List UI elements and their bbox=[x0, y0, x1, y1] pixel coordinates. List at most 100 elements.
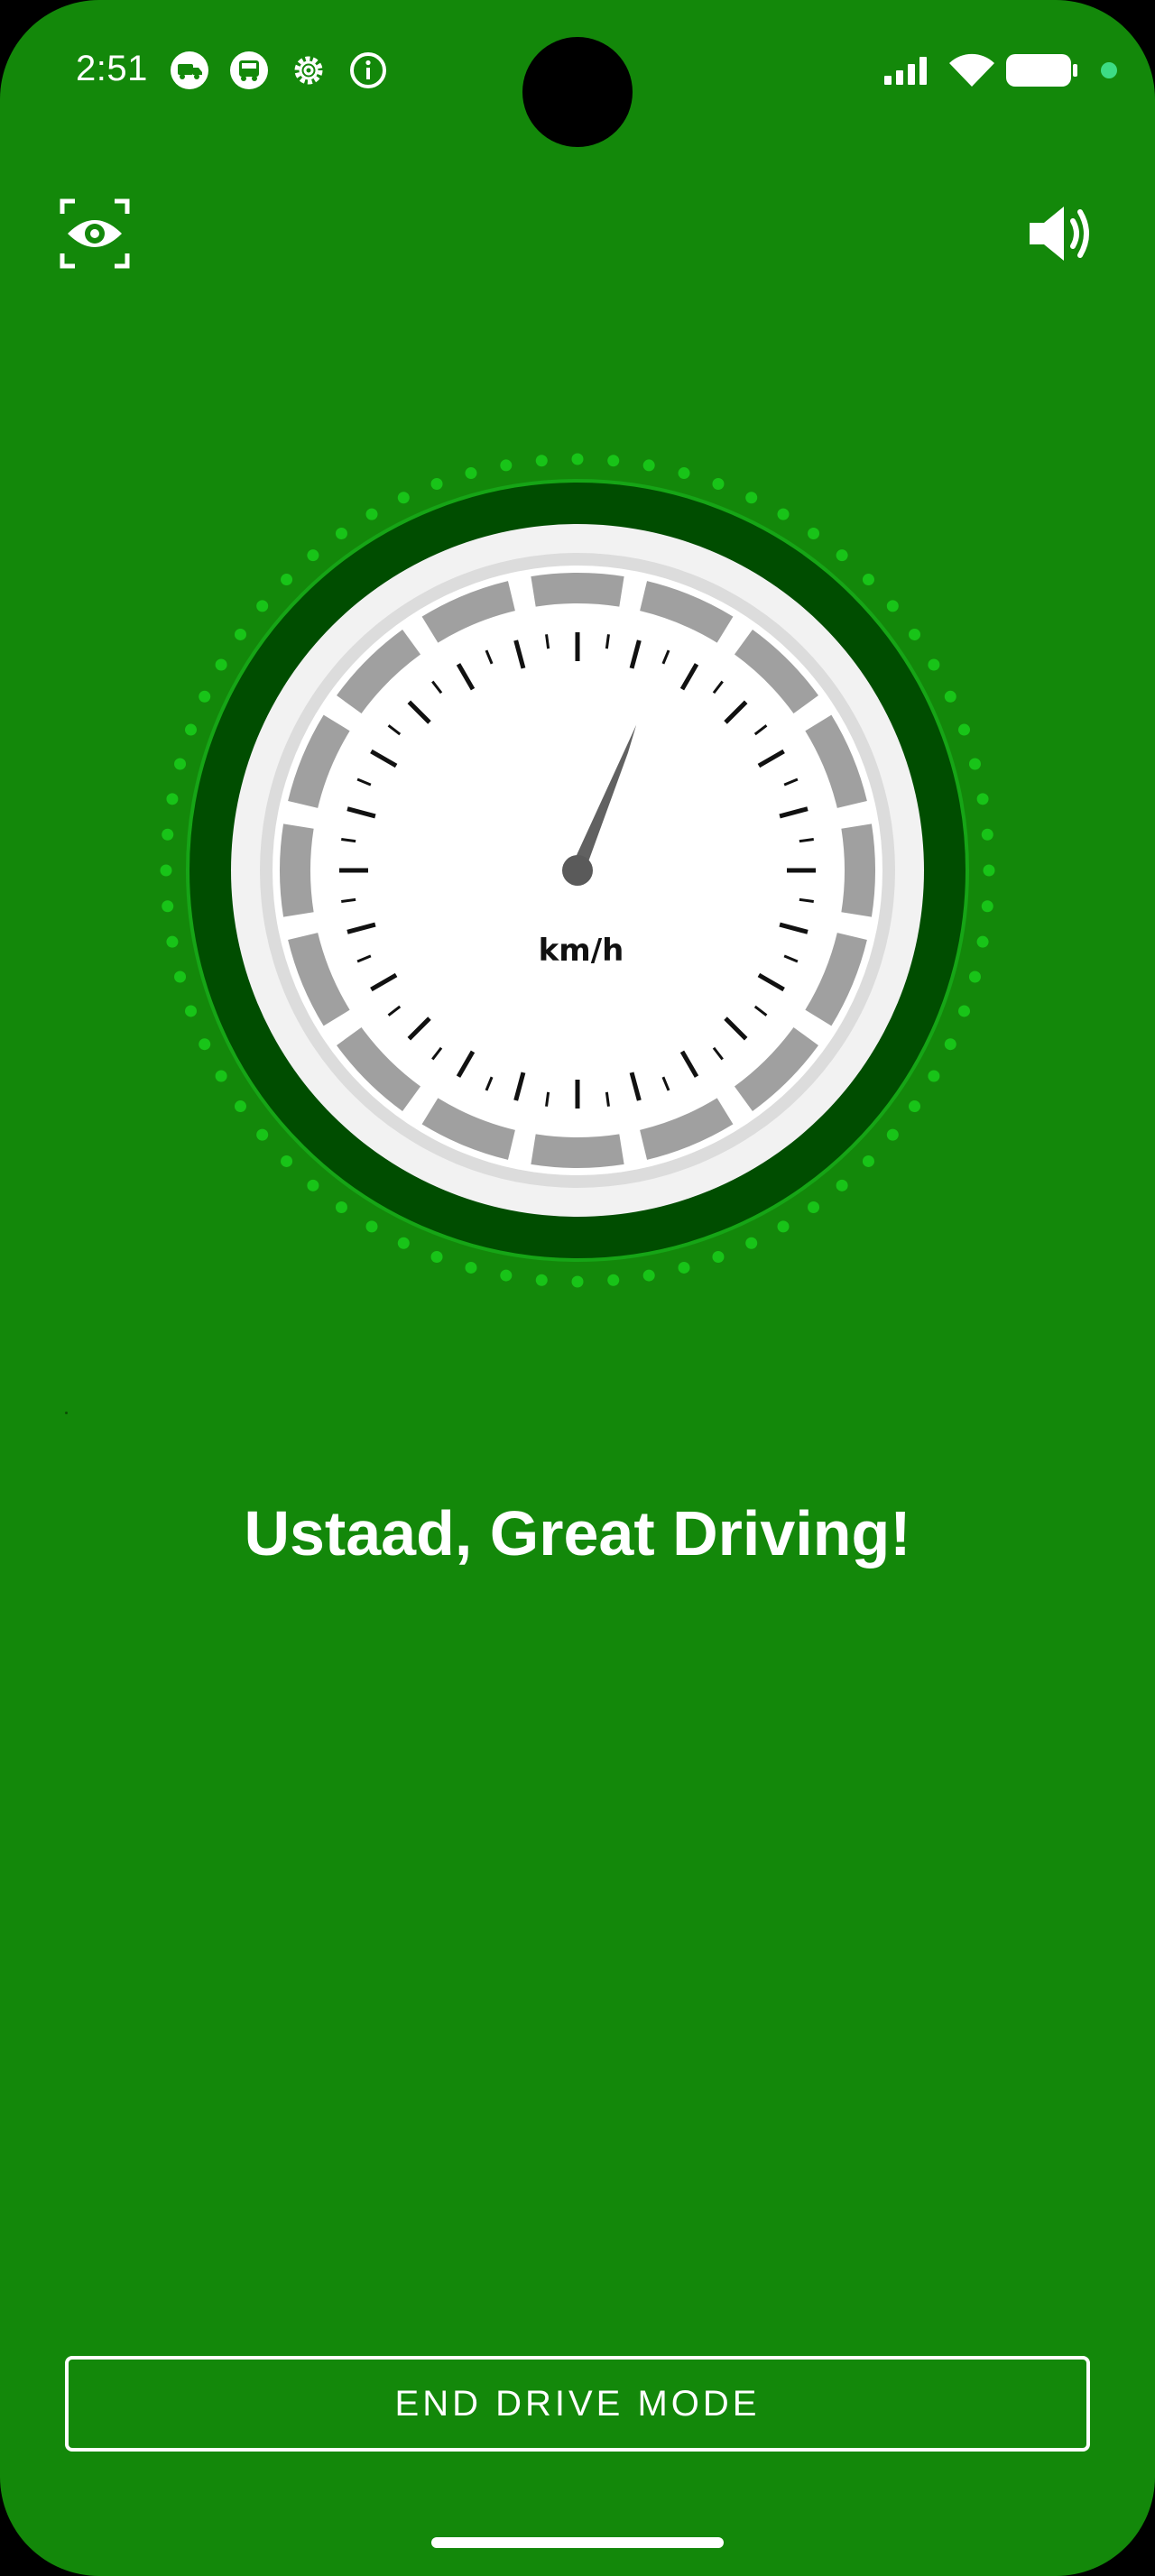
dot-ring-dot bbox=[256, 600, 269, 612]
dot-ring-dot bbox=[215, 658, 227, 671]
speedometer-minor-tick bbox=[545, 1091, 550, 1107]
dot-ring-dot bbox=[166, 935, 179, 948]
dot-ring-dot bbox=[185, 723, 198, 736]
dot-ring-dot bbox=[642, 459, 655, 472]
dot-ring-dot bbox=[886, 1128, 899, 1141]
dot-ring-dot bbox=[160, 864, 172, 877]
dot-ring-dot bbox=[909, 628, 921, 640]
truck-badge-icon bbox=[170, 51, 209, 90]
dot-ring-dot bbox=[307, 549, 319, 562]
dot-ring-dot bbox=[174, 758, 187, 770]
dot-ring-dot bbox=[500, 1269, 513, 1282]
dot-ring-dot bbox=[465, 1261, 477, 1274]
dot-ring-dot bbox=[234, 628, 246, 640]
dot-ring-dot bbox=[968, 971, 981, 983]
dot-ring-dot bbox=[166, 793, 179, 805]
dot-ring-dot bbox=[256, 1128, 269, 1141]
speedometer-minor-tick bbox=[799, 838, 814, 843]
dot-ring-dot bbox=[976, 935, 989, 948]
status-time: 2:51 bbox=[76, 49, 148, 88]
dot-ring-dot bbox=[335, 527, 347, 539]
speedometer: km/h bbox=[152, 445, 1003, 1296]
dot-ring-dot bbox=[957, 723, 970, 736]
dot-ring-dot bbox=[281, 1155, 293, 1167]
stray-dot bbox=[65, 1412, 68, 1414]
speaker-volume-icon bbox=[1024, 198, 1096, 274]
drive-mode-screen: 2:51 km/h Ustaad, Great Driving! END DRI… bbox=[0, 0, 1155, 2576]
camera-cutout bbox=[522, 37, 633, 147]
dot-ring-dot bbox=[571, 1275, 584, 1288]
home-indicator[interactable] bbox=[431, 2537, 724, 2548]
dot-ring-dot bbox=[397, 1237, 410, 1249]
sound-toggle-button[interactable] bbox=[1020, 195, 1101, 276]
dot-ring-dot bbox=[968, 758, 981, 770]
dot-ring-dot bbox=[944, 690, 956, 703]
signal-bars-icon bbox=[882, 51, 933, 90]
dot-ring-dot bbox=[944, 1038, 956, 1051]
dot-ring-dot bbox=[808, 1201, 820, 1214]
dot-ring-dot bbox=[397, 492, 410, 504]
dot-ring-dot bbox=[836, 1179, 848, 1191]
dot-ring-dot bbox=[607, 1274, 620, 1286]
dot-ring-dot bbox=[215, 1070, 227, 1082]
speedometer-minor-tick bbox=[605, 634, 610, 649]
dot-ring-dot bbox=[983, 864, 995, 877]
dot-ring-dot bbox=[745, 492, 758, 504]
dot-ring-dot bbox=[234, 1100, 246, 1113]
dot-ring-dot bbox=[607, 455, 620, 467]
dot-ring-dot bbox=[162, 828, 174, 841]
dot-ring-dot bbox=[199, 1038, 211, 1051]
dot-ring-dot bbox=[430, 478, 443, 491]
status-dot-icon bbox=[1099, 51, 1119, 90]
dot-ring-dot bbox=[862, 1155, 874, 1167]
dot-ring-dot bbox=[909, 1100, 921, 1113]
dot-ring-dot bbox=[928, 658, 940, 671]
status-bar: 2:51 bbox=[0, 0, 1155, 147]
battery-icon bbox=[1005, 51, 1079, 90]
dot-ring-dot bbox=[981, 828, 993, 841]
dot-ring-dot bbox=[836, 549, 848, 562]
dot-ring-dot bbox=[500, 459, 513, 472]
dot-ring-dot bbox=[365, 1220, 378, 1233]
dot-ring-dot bbox=[335, 1201, 347, 1214]
dot-ring-dot bbox=[777, 508, 790, 520]
dot-ring-dot bbox=[174, 971, 187, 983]
wifi-icon bbox=[947, 51, 996, 90]
speedometer-needle-hub bbox=[562, 855, 593, 886]
speedometer-unit-label: km/h bbox=[539, 933, 624, 969]
dot-ring-dot bbox=[281, 574, 293, 586]
eye-scan-button[interactable] bbox=[54, 195, 135, 276]
dot-ring-dot bbox=[712, 1250, 725, 1263]
speedometer-segment bbox=[531, 573, 624, 607]
dot-ring-dot bbox=[307, 1179, 319, 1191]
dot-ring-dot bbox=[365, 508, 378, 520]
dot-ring-dot bbox=[808, 527, 820, 539]
speedometer-segment bbox=[841, 823, 875, 917]
bus-badge-icon bbox=[229, 51, 269, 90]
speedometer-minor-tick bbox=[341, 838, 356, 843]
dot-ring-dot bbox=[678, 467, 690, 480]
dot-ring-dot bbox=[642, 1269, 655, 1282]
dot-ring-dot bbox=[777, 1220, 790, 1233]
dot-ring-dot bbox=[199, 690, 211, 703]
speedometer-minor-tick bbox=[605, 1091, 610, 1107]
dot-ring-dot bbox=[886, 600, 899, 612]
dot-ring-dot bbox=[678, 1261, 690, 1274]
dot-ring-dot bbox=[185, 1005, 198, 1017]
speedometer-segment bbox=[531, 1134, 624, 1168]
speedometer-segment bbox=[280, 823, 314, 917]
dot-ring-dot bbox=[862, 574, 874, 586]
dot-ring-dot bbox=[928, 1070, 940, 1082]
dot-ring-dot bbox=[957, 1005, 970, 1017]
eye-scan-icon bbox=[59, 198, 131, 274]
dot-ring-dot bbox=[571, 453, 584, 465]
dot-ring-dot bbox=[712, 478, 725, 491]
dot-ring-dot bbox=[976, 793, 989, 805]
speedometer-minor-tick bbox=[341, 897, 356, 903]
dot-ring-dot bbox=[745, 1237, 758, 1249]
settings-gear-icon bbox=[289, 51, 328, 90]
end-drive-mode-button[interactable]: END DRIVE MODE bbox=[65, 2356, 1090, 2452]
info-icon bbox=[348, 51, 388, 90]
speedometer-minor-tick bbox=[545, 634, 550, 649]
speedometer-dial: km/h bbox=[160, 453, 995, 1288]
